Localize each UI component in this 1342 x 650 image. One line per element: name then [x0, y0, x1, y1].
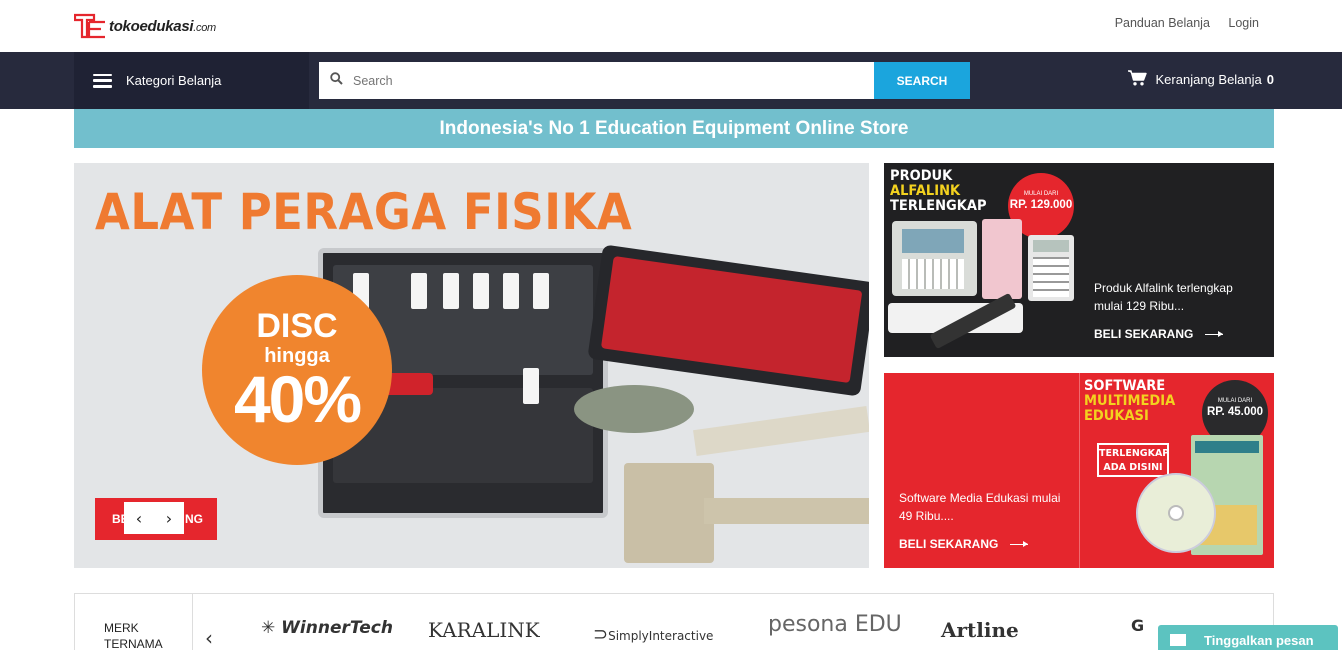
- brand-logo-winnertech[interactable]: ✳ WinnerTech: [261, 618, 393, 638]
- discount-percent: 40%: [233, 362, 362, 436]
- winnertech-icon: ✳: [261, 618, 276, 638]
- search-input[interactable]: [353, 73, 833, 88]
- discount-badge: DISC hingga 40%: [202, 275, 392, 465]
- site-logo[interactable]: tokoedukasi.com: [74, 12, 216, 40]
- page: tokoedukasi.com Panduan Belanja Login Ka…: [0, 0, 1342, 650]
- cart-count: 0: [1266, 72, 1274, 87]
- guide-link[interactable]: Panduan Belanja: [1115, 16, 1210, 30]
- logo-text: tokoedukasi.com: [109, 17, 216, 35]
- cart-icon: [1127, 70, 1156, 89]
- login-link[interactable]: Login: [1228, 16, 1259, 30]
- brand-carousel: MERK TERNAMA ‹ ✳ WinnerTech KARALINK ⊃Si…: [74, 593, 1274, 650]
- slider-controls: ‹ ›: [124, 502, 184, 534]
- cart-link[interactable]: Keranjang Belanja 0: [1127, 70, 1274, 89]
- simply-icon: ⊃: [593, 624, 609, 645]
- discount-label: DISC: [256, 307, 338, 345]
- hero-cta-right: NG: [185, 512, 203, 526]
- promo1-heading: PRODUK ALFALINK TERLENGKAP: [890, 168, 987, 214]
- hero-title: ALAT PERAGA FISIKA: [95, 183, 633, 242]
- promo-card-alfalink[interactable]: PRODUK ALFALINK TERLENGKAP MULAI DARI RP…: [884, 163, 1274, 357]
- top-bar: tokoedukasi.com Panduan Belanja Login: [0, 0, 1342, 52]
- calculator-image: [1028, 235, 1074, 301]
- pink-device-image: [982, 219, 1022, 299]
- brand-prev-button[interactable]: ‹: [205, 626, 213, 650]
- category-menu-button[interactable]: Kategori Belanja: [74, 52, 309, 109]
- nav-bar: Kategori Belanja SEARCH Keranjang Belanj…: [0, 52, 1342, 109]
- logo-domain: .com: [193, 21, 216, 34]
- arrow-right-icon: [1205, 330, 1224, 337]
- search-box: [319, 62, 874, 99]
- chat-widget-button[interactable]: Tinggalkan pesan: [1158, 625, 1338, 650]
- brand-logo-simplyinteractive[interactable]: ⊃SimplyInteractive: [593, 624, 713, 645]
- category-menu-label: Kategori Belanja: [126, 73, 222, 88]
- slider-next-button[interactable]: ›: [154, 502, 184, 534]
- promo2-tag: TERLENGKAP ADA DISINI: [1097, 443, 1169, 477]
- top-links: Panduan Belanja Login: [1100, 16, 1259, 30]
- brand-logo-g[interactable]: G: [1131, 616, 1144, 635]
- slider-prev-button[interactable]: ‹: [124, 502, 154, 534]
- search-button[interactable]: SEARCH: [874, 62, 970, 99]
- arrow-right-icon: [1010, 540, 1029, 547]
- translator-device-image: [892, 221, 977, 296]
- hamburger-icon: [93, 73, 112, 88]
- brand-logo-pesona[interactable]: pesona EDU: [768, 612, 902, 637]
- software-cd-image: [1136, 473, 1216, 553]
- cart-label: Keranjang Belanja: [1155, 72, 1262, 87]
- envelope-icon: [1170, 634, 1186, 646]
- chat-label: Tinggalkan pesan: [1204, 632, 1314, 648]
- promo2-buy-link[interactable]: BELI SEKARANG: [899, 537, 1029, 551]
- hero-slider[interactable]: ALAT PERAGA FISIKA DISC hingga 40% BENG: [74, 163, 869, 568]
- promo2-heading: SOFTWARE MULTIMEDIA EDUKASI: [1084, 378, 1176, 424]
- search-icon: [330, 71, 343, 90]
- promo1-buy-link[interactable]: BELI SEKARANG: [1094, 327, 1224, 341]
- brand-logo-karalink[interactable]: KARALINK: [428, 618, 540, 642]
- tagline-banner: Indonesia's No 1 Education Equipment Onl…: [74, 109, 1274, 148]
- tool-pouch-image: [587, 244, 869, 397]
- promo2-description: Software Media Edukasi mulai 49 Ribu....: [899, 491, 1061, 523]
- balance-scale-image: [574, 385, 694, 433]
- brands-label: MERK TERNAMA: [75, 594, 193, 650]
- logo-icon: [74, 13, 108, 39]
- brand-logo-artline[interactable]: Artline: [941, 618, 1019, 642]
- promo1-description: Produk Alfalink terlengkap mulai 129 Rib…: [1094, 281, 1233, 313]
- promo-card-software[interactable]: SOFTWARE MULTIMEDIA EDUKASI MULAI DARI R…: [884, 373, 1274, 568]
